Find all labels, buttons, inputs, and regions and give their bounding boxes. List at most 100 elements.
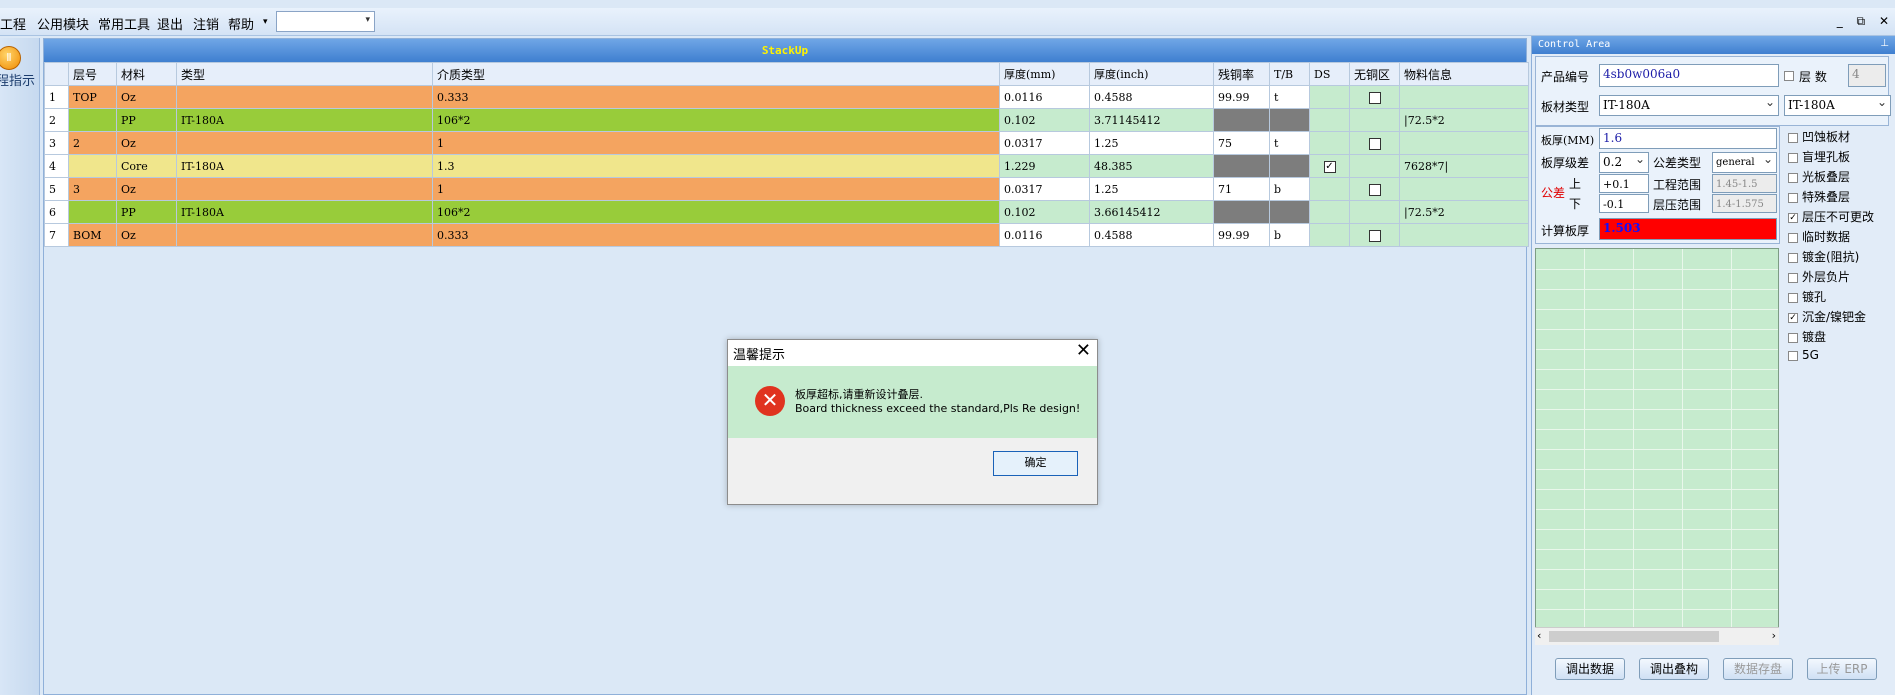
cell-material[interactable]: Oz [116, 131, 177, 155]
cell-info[interactable]: 7628*7| [1399, 154, 1529, 178]
toolbar-combo[interactable]: ▾ [276, 11, 375, 32]
cell-material[interactable]: Oz [116, 85, 177, 109]
cell-mm[interactable]: 0.0317 [999, 131, 1090, 155]
cell-material[interactable]: PP [116, 108, 177, 132]
process-icon[interactable]: Ⅱ [0, 46, 21, 70]
cell-layer[interactable] [68, 200, 117, 224]
cell-type[interactable] [176, 223, 433, 247]
upper-tol-field[interactable]: +0.1 [1599, 174, 1649, 193]
col-header[interactable]: 介质类型 [432, 62, 1000, 86]
tol-type-select[interactable]: general [1712, 152, 1777, 173]
checkbox-gold-impedance[interactable]: 镀金(阻抗) [1788, 248, 1859, 265]
cell-layer[interactable] [68, 108, 117, 132]
chevron-right-icon[interactable]: › [1772, 629, 1776, 642]
lower-tol-field[interactable]: -0.1 [1599, 194, 1649, 213]
layers-field[interactable]: 4 [1848, 64, 1886, 87]
cell-material[interactable]: Oz [116, 177, 177, 201]
chevron-left-icon[interactable]: ‹ [1537, 629, 1541, 642]
cell-ds[interactable] [1309, 200, 1350, 224]
restore-icon[interactable]: ⧉ [1857, 14, 1866, 28]
cell-residual[interactable]: 75 [1213, 131, 1270, 155]
cell-material[interactable]: PP [116, 200, 177, 224]
cell-residual[interactable]: 99.99 [1213, 223, 1270, 247]
checkbox-bare-stack[interactable]: 光板叠层 [1788, 168, 1850, 185]
cell-info[interactable] [1399, 131, 1529, 155]
col-header[interactable]: 物料信息 [1399, 62, 1529, 86]
scrollbar-thumb[interactable] [1549, 631, 1719, 642]
cell-info[interactable] [1399, 177, 1529, 201]
cell-nocopper[interactable] [1349, 177, 1400, 201]
checkbox-plated-hole[interactable]: 镀孔 [1788, 288, 1826, 305]
table-row[interactable]: 2 PP IT-180A 106*2 0.102 3.71145412 |72.… [44, 108, 1529, 132]
cell-layer[interactable]: TOP [68, 85, 117, 109]
col-header[interactable]: 层号 [68, 62, 117, 86]
cell-ds[interactable] [1309, 85, 1350, 109]
result-grid[interactable] [1535, 248, 1779, 645]
cell-layer[interactable]: 2 [68, 131, 117, 155]
cell-mm[interactable]: 0.0116 [999, 223, 1090, 247]
cell-layer[interactable]: BOM [68, 223, 117, 247]
cell-inch[interactable]: 1.25 [1089, 131, 1214, 155]
menu-help[interactable]: 帮助 [228, 14, 254, 33]
col-header[interactable]: 厚度(inch) [1089, 62, 1214, 86]
upload-erp-button[interactable]: 上传 ERP [1807, 658, 1877, 680]
cell-dielectric[interactable]: 0.333 [432, 223, 1000, 247]
cell-tb[interactable]: b [1269, 177, 1310, 201]
cell-nocopper[interactable] [1349, 223, 1400, 247]
cell-info[interactable] [1399, 223, 1529, 247]
cell-ds[interactable] [1309, 108, 1350, 132]
cell-residual[interactable]: 71 [1213, 177, 1270, 201]
cell-nocopper[interactable] [1349, 154, 1400, 178]
board-type-select[interactable]: IT-180A [1599, 95, 1779, 116]
col-header[interactable]: T/B [1269, 62, 1310, 86]
cell-residual[interactable]: 99.99 [1213, 85, 1270, 109]
col-header[interactable]: 无铜区 [1349, 62, 1400, 86]
table-row[interactable]: 5 3 Oz 1 0.0317 1.25 71 b [44, 177, 1529, 201]
cell-inch[interactable]: 3.71145412 [1089, 108, 1214, 132]
cell-type[interactable] [176, 131, 433, 155]
cell-dielectric[interactable]: 0.333 [432, 85, 1000, 109]
cell-nocopper[interactable] [1349, 200, 1400, 224]
save-data-button[interactable]: 数据存盘 [1723, 658, 1793, 680]
table-row[interactable]: 1 TOP Oz 0.333 0.0116 0.4588 99.99 t [44, 85, 1529, 109]
checkbox-temp-data[interactable]: 临时数据 [1788, 228, 1850, 245]
cell-info[interactable]: |72.5*2 [1399, 108, 1529, 132]
cell-mm[interactable]: 0.0317 [999, 177, 1090, 201]
cell-ds[interactable] [1309, 131, 1350, 155]
cell-residual[interactable] [1213, 200, 1270, 224]
cell-tb[interactable] [1269, 108, 1310, 132]
cell-mm[interactable]: 0.102 [999, 108, 1090, 132]
checkbox-checked-icon[interactable]: ✓ [1788, 312, 1798, 323]
cell-residual[interactable] [1213, 154, 1270, 178]
checkbox-icon[interactable] [1788, 132, 1798, 143]
ds-checkbox-checked[interactable]: ✓ [1323, 160, 1336, 173]
cell-info[interactable]: |72.5*2 [1399, 200, 1529, 224]
cell-material[interactable]: Oz [116, 223, 177, 247]
checkbox-icon[interactable] [1788, 172, 1798, 183]
cell-layer[interactable] [68, 154, 117, 178]
cell-type[interactable]: IT-180A [176, 200, 433, 224]
cell-nocopper[interactable] [1349, 131, 1400, 155]
table-row[interactable]: 4 Core IT-180A 1.3 1.229 48.385 ✓ 7628*7… [44, 154, 1529, 178]
checkbox-icon[interactable] [1788, 232, 1798, 243]
nocopper-checkbox[interactable] [1368, 229, 1381, 242]
col-header[interactable]: 类型 [176, 62, 433, 86]
checkbox-icon[interactable] [1788, 292, 1798, 303]
col-header[interactable]: 厚度(mm) [999, 62, 1090, 86]
checkbox-outer-negative[interactable]: 外层负片 [1788, 268, 1850, 285]
checkbox-special-stack[interactable]: 特殊叠层 [1788, 188, 1850, 205]
thickness-field[interactable]: 1.6 [1599, 128, 1777, 149]
checkbox-icon[interactable] [1784, 70, 1794, 81]
cell-type[interactable] [176, 177, 433, 201]
eng-range-field[interactable]: 1.45-1.5 [1712, 174, 1777, 193]
cell-info[interactable] [1399, 85, 1529, 109]
close-icon[interactable]: ✕ [1076, 340, 1091, 361]
cell-ds[interactable] [1309, 223, 1350, 247]
pin-icon[interactable]: ⊥ [1880, 38, 1889, 49]
cell-inch[interactable]: 1.25 [1089, 177, 1214, 201]
checkbox-5g[interactable]: 5G [1788, 348, 1819, 362]
cell-nocopper[interactable] [1349, 108, 1400, 132]
checkbox-lamination-locked[interactable]: ✓ 层压不可更改 [1788, 208, 1874, 225]
cell-inch[interactable]: 3.66145412 [1089, 200, 1214, 224]
col-header[interactable]: 材料 [116, 62, 177, 86]
